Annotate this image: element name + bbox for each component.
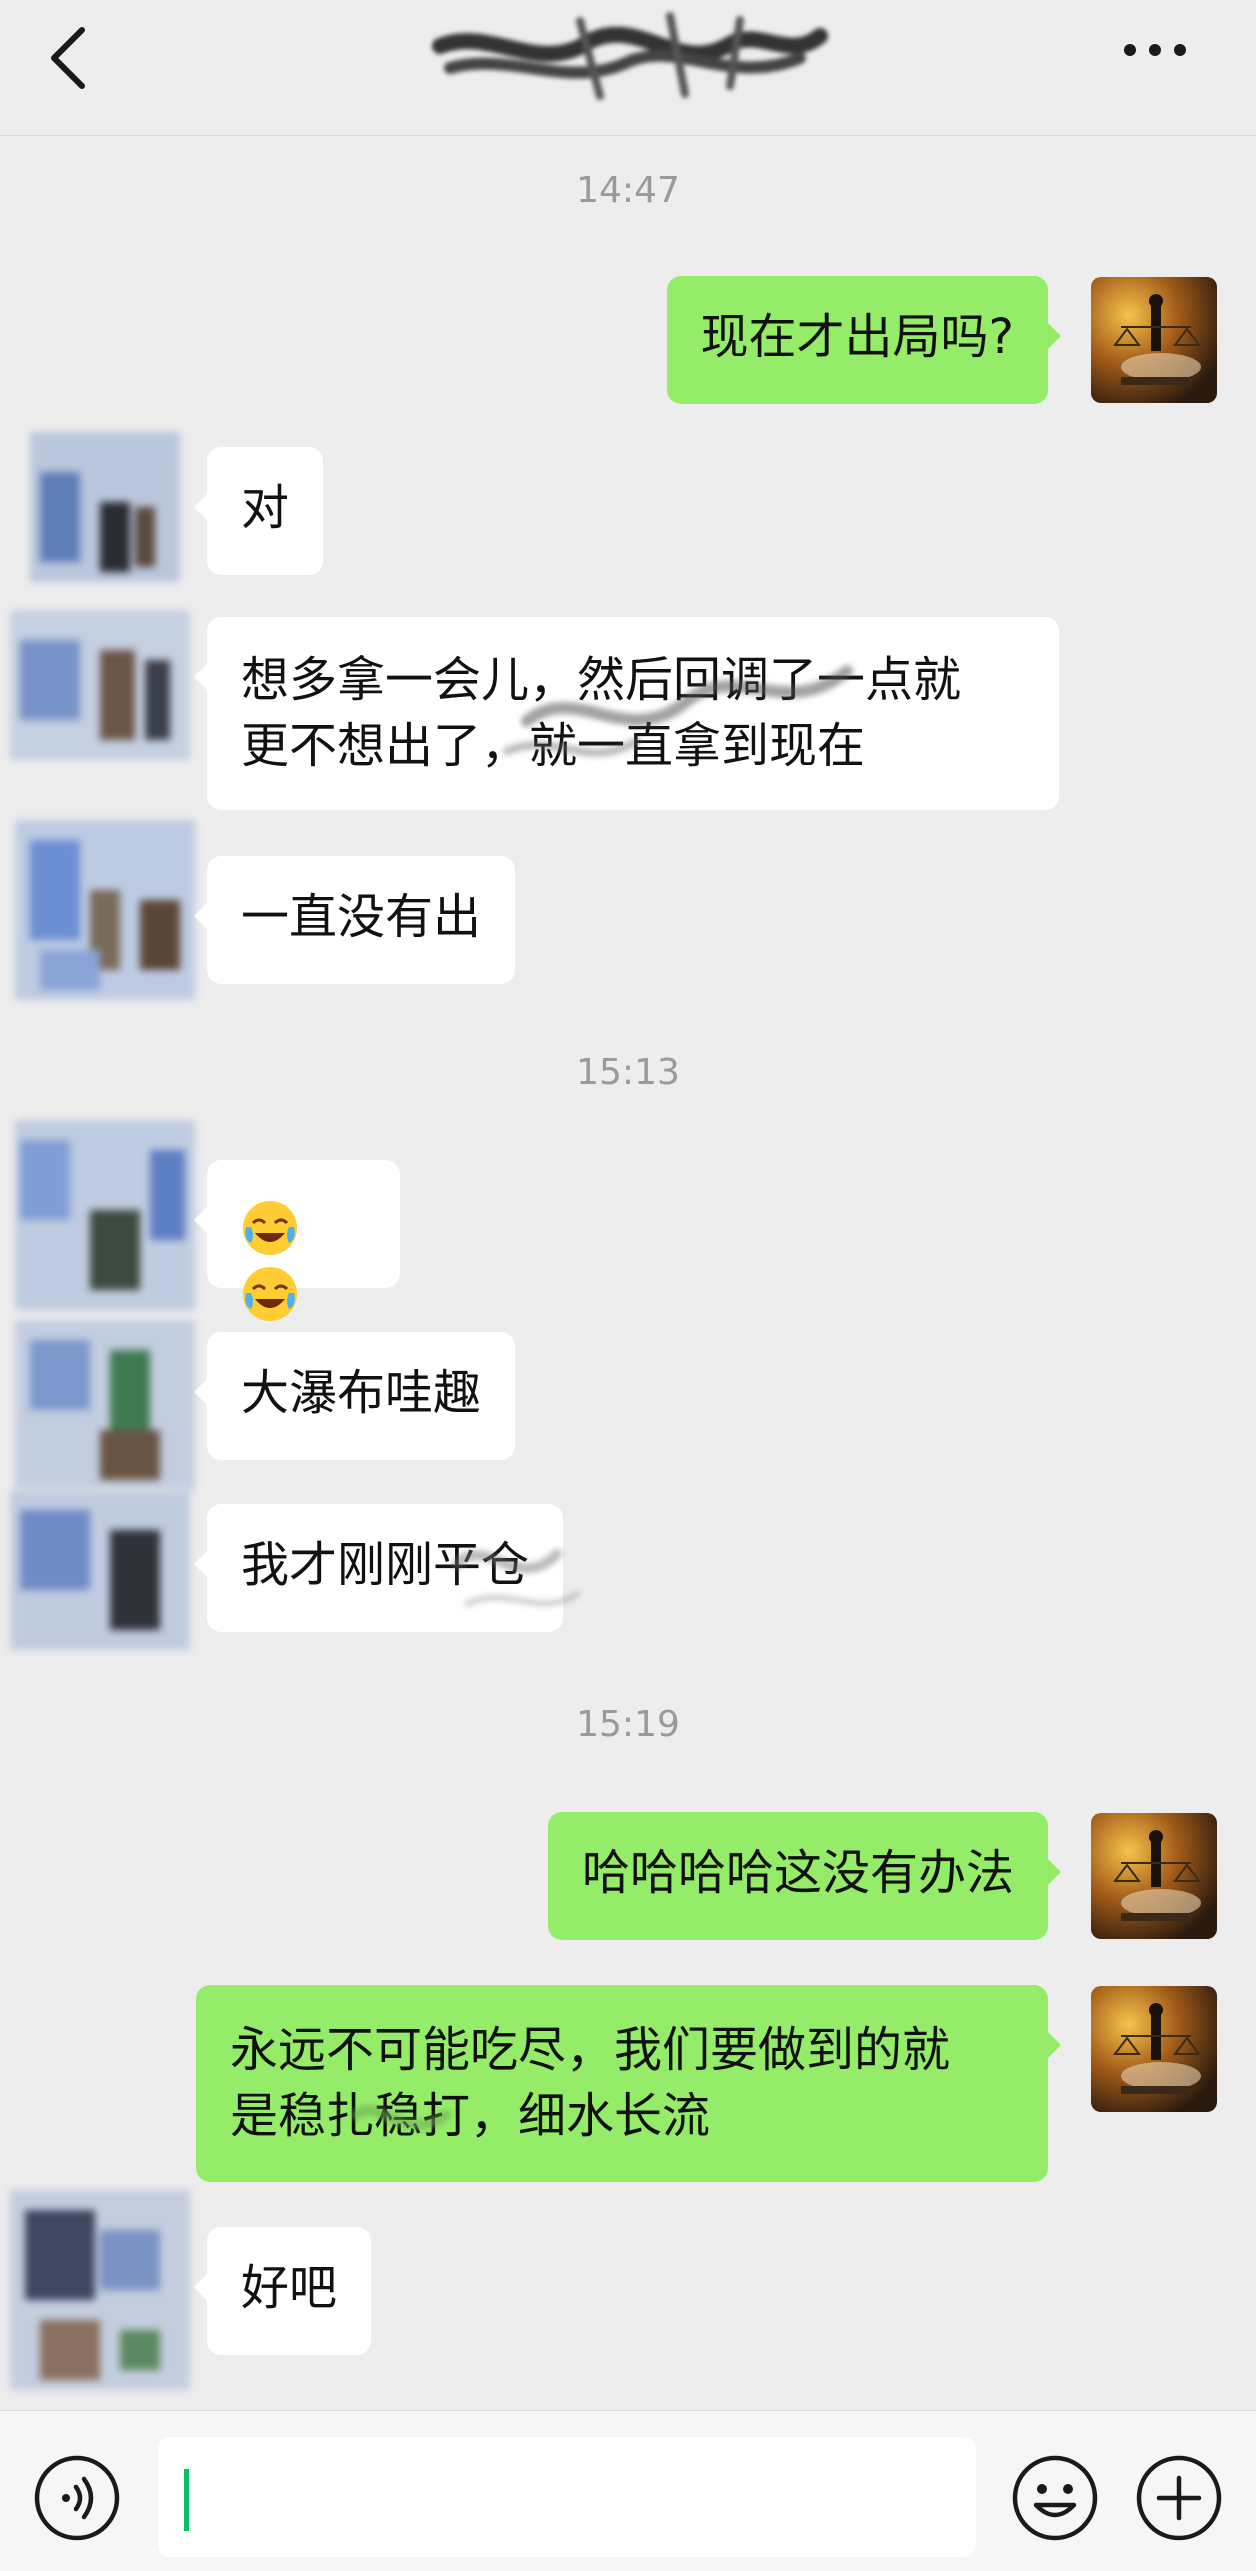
plus-circle-icon (1136, 2455, 1222, 2541)
self-avatar[interactable] (1091, 277, 1217, 403)
chat-header (0, 0, 1256, 136)
message-text: 现在才出局吗? (700, 309, 1014, 365)
message-bubble-sent[interactable]: 永远不可能吃尽，我们要做到的就 是稳扎稳打，细水长流 (196, 1985, 1061, 2182)
message-text: 想多拿一会儿，然后回调了一点就 更不想出了，就一直拿到现在 (241, 652, 962, 774)
contact-avatar-blurred[interactable] (0, 2170, 200, 2400)
more-actions-button[interactable] (1134, 2453, 1224, 2543)
face-with-tears-of-joy-icon (243, 1267, 297, 1321)
message-bubble-received[interactable]: 好吧 (193, 2227, 372, 2355)
message-bubble-received[interactable]: 一直没有出 (193, 856, 516, 984)
message-bubble-received[interactable]: 我才刚刚平仓 (193, 1504, 580, 1632)
contact-avatar-blurred[interactable] (0, 1310, 205, 1500)
message-text: 大瀑布哇趣 (241, 1365, 482, 1421)
chevron-left-icon (51, 27, 85, 89)
chat-input-bar (0, 2410, 1256, 2571)
contact-avatar-blurred[interactable] (0, 590, 200, 780)
self-avatar[interactable] (1091, 1986, 1217, 2112)
chat-title-redacted (430, 6, 830, 106)
message-timestamp: 15:13 (576, 1052, 680, 1093)
voice-icon (34, 2455, 120, 2541)
message-text: 永远不可能吃尽，我们要做到的就 是稳扎稳打，细水长流 (230, 2022, 951, 2144)
message-bubble-received[interactable]: 大瀑布哇趣 (193, 1332, 516, 1460)
message-bubble-received[interactable] (194, 1160, 400, 1321)
emoji-button[interactable] (1010, 2453, 1100, 2543)
more-dots-icon (1124, 44, 1186, 56)
voice-input-button[interactable] (32, 2453, 122, 2543)
message-bubble-sent[interactable]: 哈哈哈哈这没有办法 (547, 1812, 1062, 1940)
text-caret (184, 2469, 189, 2531)
contact-avatar-blurred[interactable] (0, 1480, 200, 1660)
message-input[interactable] (158, 2437, 976, 2557)
contact-avatar-blurred[interactable] (0, 800, 205, 1020)
self-avatar[interactable] (1091, 1813, 1217, 1939)
message-timestamp: 14:47 (576, 170, 680, 211)
message-text: 哈哈哈哈这没有办法 (581, 1845, 1014, 1901)
contact-avatar-blurred[interactable] (0, 1110, 205, 1320)
message-bubble-received[interactable]: 想多拿一会儿，然后回调了一点就 更不想出了，就一直拿到现在 (194, 617, 1059, 810)
face-with-tears-of-joy-icon (243, 1201, 297, 1255)
message-text: 我才刚刚平仓 (241, 1537, 530, 1593)
more-options-button[interactable] (1110, 20, 1200, 80)
back-button[interactable] (36, 10, 100, 100)
contact-avatar-blurred[interactable] (10, 412, 200, 592)
message-text: 一直没有出 (241, 889, 482, 945)
smiley-icon (1012, 2455, 1098, 2541)
message-bubble-sent[interactable]: 现在才出局吗? (666, 276, 1062, 404)
message-text: 对 (241, 480, 290, 536)
message-bubble-received[interactable]: 对 (193, 447, 324, 575)
message-timestamp: 15:19 (576, 1704, 680, 1745)
message-text: 好吧 (241, 2260, 338, 2316)
